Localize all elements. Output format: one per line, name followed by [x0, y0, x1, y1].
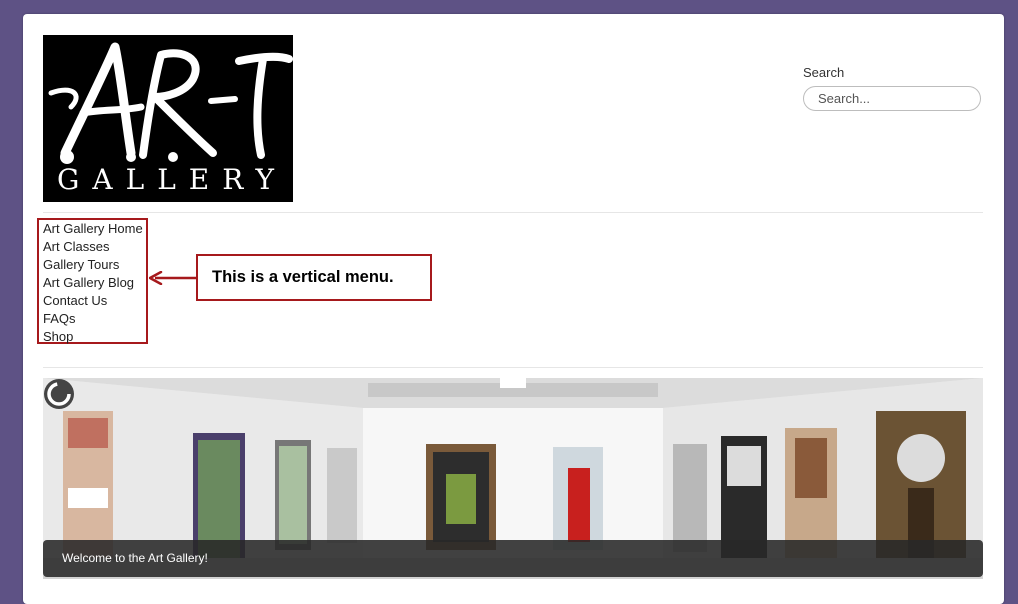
divider — [43, 212, 983, 213]
menu-link-faqs[interactable]: FAQs — [43, 311, 76, 326]
search-input[interactable] — [803, 86, 981, 111]
annotation-arrow-icon — [149, 271, 196, 285]
menu-link-shop[interactable]: Shop — [43, 329, 73, 344]
annotation-callout: This is a vertical menu. — [196, 254, 432, 301]
search-block: Search — [803, 65, 981, 111]
menu-item-tours: Gallery Tours — [43, 256, 143, 274]
divider — [43, 367, 983, 368]
logo-art-lettering — [48, 42, 293, 164]
annotation-text: This is a vertical menu. — [212, 268, 394, 286]
menu-item-home: Art Gallery Home — [43, 220, 143, 238]
logo-gallery-text: GALLERY — [57, 163, 287, 196]
menu-link-classes[interactable]: Art Classes — [43, 239, 109, 254]
slider-caption: Welcome to the Art Gallery! — [43, 540, 983, 577]
image-slider[interactable]: Welcome to the Art Gallery! — [43, 378, 983, 579]
site-logo[interactable]: GALLERY — [43, 35, 293, 202]
slider-caption-text: Welcome to the Art Gallery! — [62, 551, 208, 565]
menu-link-home[interactable]: Art Gallery Home — [43, 221, 143, 236]
menu-item-faqs: FAQs — [43, 310, 143, 328]
search-label: Search — [803, 65, 845, 80]
menu-link-contact[interactable]: Contact Us — [43, 293, 107, 308]
menu-item-blog: Art Gallery Blog — [43, 274, 143, 292]
menu-item-classes: Art Classes — [43, 238, 143, 256]
menu-item-contact: Contact Us — [43, 292, 143, 310]
page-container: GALLERY Search Art Gallery Home Art Clas… — [23, 14, 1004, 604]
loading-spinner-icon — [44, 379, 74, 409]
menu-link-tours[interactable]: Gallery Tours — [43, 257, 119, 272]
menu-link-blog[interactable]: Art Gallery Blog — [43, 275, 134, 290]
vertical-menu: Art Gallery Home Art Classes Gallery Tou… — [43, 220, 143, 346]
menu-item-shop: Shop — [43, 328, 143, 346]
